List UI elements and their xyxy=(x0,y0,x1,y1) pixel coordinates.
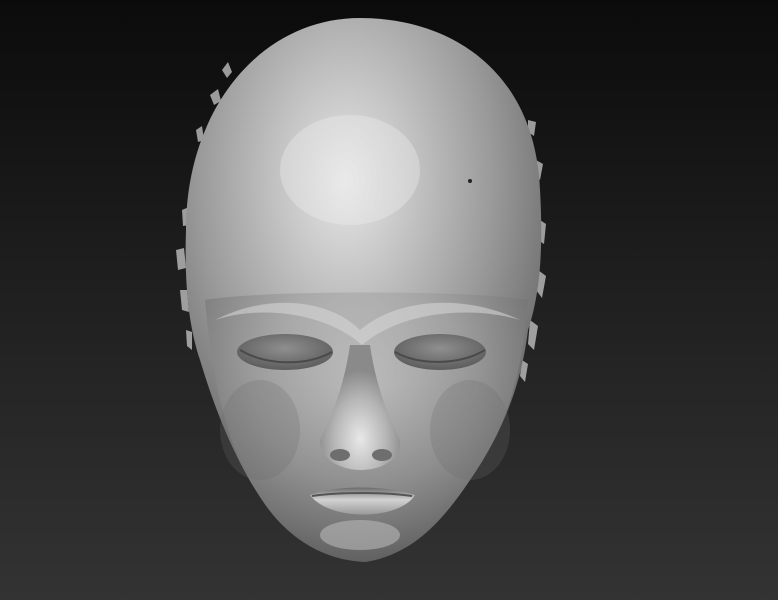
left-eye xyxy=(237,334,333,370)
head-scan-model[interactable] xyxy=(0,0,778,600)
3d-viewport[interactable] xyxy=(0,0,778,600)
right-eye xyxy=(394,334,486,370)
